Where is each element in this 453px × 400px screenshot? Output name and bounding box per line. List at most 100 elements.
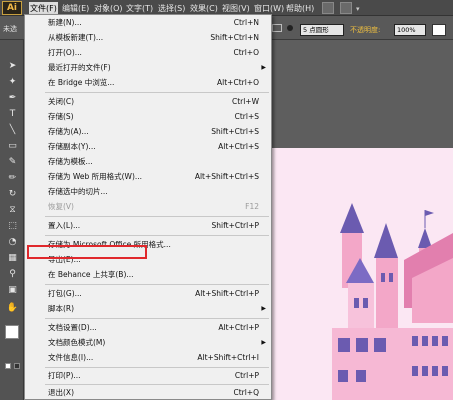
menu-item-shortcut: F12 [245, 202, 259, 211]
hand-tool-icon[interactable]: ✋ [6, 302, 19, 314]
line-tool-icon[interactable]: ╲ [6, 124, 19, 136]
menu-item-label: 文件信息(I)... [48, 353, 94, 362]
menu-item-shortcut: Alt+Shift+Ctrl+S [194, 172, 259, 181]
menu-item-open-recent[interactable]: 最近打开的文件(F) ▶ [25, 61, 271, 75]
opacity-input[interactable]: 100% [394, 24, 426, 36]
menu-item-new[interactable]: 新建(N)... Ctrl+N [25, 16, 271, 30]
menu-item-label: 置入(L)... [48, 221, 81, 230]
menu-item-shortcut: Alt+Shift+Ctrl+I [197, 353, 259, 362]
menu-item-shortcut: Alt+Ctrl+P [218, 323, 259, 332]
artboard-tool-icon[interactable]: ▣ [6, 284, 19, 296]
menu-item-exit[interactable]: 退出(X) Ctrl+Q [25, 386, 271, 400]
menu-item-print[interactable]: 打印(P)... Ctrl+P [25, 369, 271, 383]
default-fill-icon[interactable] [5, 363, 11, 369]
menu-item-label: 打包(G)... [48, 289, 82, 298]
mesh-tool-icon[interactable]: ▦ [6, 252, 19, 264]
width-tool-icon[interactable]: ⧖ [6, 204, 19, 216]
menu-item-shortcut: Ctrl+O [233, 48, 259, 57]
menu-item-label: 在 Bridge 中浏览... [48, 78, 115, 87]
menu-item-label: 恢复(V) [48, 202, 74, 211]
brush-dot-icon [287, 25, 293, 31]
tools-panel: ➤ ✦ ✒ T ╲ ▭ ✎ ✏ ↻ ⧖ ⬚ ◔ ▦ ⚲ ▣ ✋ [0, 40, 24, 400]
menu-item-label: 存储为 Web 所用格式(W)... [48, 172, 143, 181]
menu-item-save-copy[interactable]: 存储副本(Y)... Alt+Ctrl+S [25, 140, 271, 154]
menu-separator [45, 367, 269, 368]
opacity-label[interactable]: 不透明度: [350, 25, 380, 35]
free-transform-icon[interactable]: ⬚ [6, 220, 19, 232]
menu-item-label: 存储选中的切片... [48, 187, 108, 196]
graphic-style-swatch[interactable] [432, 24, 446, 36]
menu-item-file-info[interactable]: 文件信息(I)... Alt+Shift+Ctrl+I [25, 351, 271, 365]
artboard-canvas[interactable] [272, 148, 453, 400]
menu-item-shortcut: Ctrl+Q [233, 388, 259, 397]
chevron-down-icon[interactable]: ▾ [356, 2, 364, 14]
menu-item-save-as-template[interactable]: 存储为模板... [25, 155, 271, 169]
menu-separator [45, 284, 269, 285]
menu-separator [45, 235, 269, 236]
pen-tool-icon[interactable]: ✒ [6, 92, 19, 104]
menu-item-label: 在 Behance 上共享(B)... [48, 270, 134, 279]
menu-separator [45, 384, 269, 385]
menu-separator [45, 318, 269, 319]
eyedropper-icon[interactable]: ⚲ [6, 268, 19, 280]
stroke-profile-select[interactable]: 5 点圆形 [300, 24, 344, 36]
menu-item-share-behance[interactable]: 在 Behance 上共享(B)... [25, 268, 271, 282]
opacity-value: 100% [397, 26, 416, 34]
menu-item-label: 文档颜色模式(M) [48, 338, 106, 347]
menu-item-open[interactable]: 打开(O)... Ctrl+O [25, 46, 271, 60]
menu-item-shortcut: Ctrl+W [231, 97, 259, 106]
illustrator-window: Ai 文件(F) 编辑(E) 对象(O) 文字(T) 选择(S) 效果(C) 视… [0, 0, 453, 400]
magic-wand-icon[interactable]: ✦ [6, 76, 19, 88]
menu-item-label: 从模板新建(T)... [48, 33, 104, 42]
menu-item-save[interactable]: 存储(S) Ctrl+S [25, 110, 271, 124]
export-highlight-box [27, 245, 147, 259]
rotate-tool-icon[interactable]: ↻ [6, 188, 19, 200]
selection-tool-icon[interactable]: ➤ [6, 60, 19, 72]
file-menu-dropdown: 新建(N)... Ctrl+N 从模板新建(T)... Shift+Ctrl+N… [24, 14, 272, 400]
menu-item-shortcut: Ctrl+P [234, 371, 259, 380]
menu-item-shortcut: Ctrl+S [234, 112, 259, 121]
menu-item-new-from-template[interactable]: 从模板新建(T)... Shift+Ctrl+N [25, 31, 271, 45]
rectangle-tool-icon[interactable]: ▭ [6, 140, 19, 152]
menu-item-label: 文档设置(D)... [48, 323, 97, 332]
fill-color-swatch[interactable] [5, 325, 19, 339]
menu-item-label: 打开(O)... [48, 48, 82, 57]
menu-item-document-color-mode[interactable]: 文档颜色模式(M) ▶ [25, 336, 271, 350]
menu-item-label: 关闭(C) [48, 97, 75, 106]
menu-item-browse-bridge[interactable]: 在 Bridge 中浏览... Alt+Ctrl+O [25, 76, 271, 90]
type-tool-icon[interactable]: T [6, 108, 19, 120]
menu-item-scripts[interactable]: 脚本(R) ▶ [25, 302, 271, 316]
menu-item-shortcut: Shift+Ctrl+P [211, 221, 259, 230]
menu-item-save-for-web[interactable]: 存储为 Web 所用格式(W)... Alt+Shift+Ctrl+S [25, 170, 271, 184]
paintbrush-tool-icon[interactable]: ✎ [6, 156, 19, 168]
menu-item-place[interactable]: 置入(L)... Shift+Ctrl+P [25, 219, 271, 233]
shape-builder-icon[interactable]: ◔ [6, 236, 19, 248]
menu-item-label: 新建(N)... [48, 18, 82, 27]
menu-item-shortcut: Ctrl+N [233, 18, 259, 27]
menu-item-document-setup[interactable]: 文档设置(D)... Alt+Ctrl+P [25, 321, 271, 335]
menu-item-label: 脚本(R) [48, 304, 75, 313]
submenu-arrow-icon: ▶ [261, 64, 266, 71]
castle-illustration [332, 203, 453, 400]
menu-item-shortcut: Shift+Ctrl+S [211, 127, 259, 136]
stroke-profile-label: 5 点圆形 [303, 26, 329, 34]
swap-stroke-icon[interactable] [14, 363, 20, 369]
menu-item-close[interactable]: 关闭(C) Ctrl+W [25, 95, 271, 109]
menu-separator [45, 92, 269, 93]
menu-item-label: 存储为模板... [48, 157, 93, 166]
menu-help[interactable]: 帮助(H) [285, 2, 315, 15]
menu-item-label: 打印(P)... [48, 371, 81, 380]
selection-status: 未选 [3, 25, 17, 33]
stroke-weight-icon[interactable] [272, 24, 282, 32]
menu-item-label: 存储为(A)... [48, 127, 89, 136]
menu-item-save-as[interactable]: 存储为(A)... Shift+Ctrl+S [25, 125, 271, 139]
bridge-icon[interactable] [322, 2, 334, 14]
menu-item-revert: 恢复(V) F12 [25, 200, 271, 214]
menu-item-package[interactable]: 打包(G)... Alt+Shift+Ctrl+P [25, 287, 271, 301]
menu-item-shortcut: Alt+Shift+Ctrl+P [195, 289, 259, 298]
menu-item-save-selected-slices[interactable]: 存储选中的切片... [25, 185, 271, 199]
menu-item-shortcut: Alt+Ctrl+S [218, 142, 259, 151]
pencil-tool-icon[interactable]: ✏ [6, 172, 19, 184]
menu-item-label: 退出(X) [48, 388, 74, 397]
arrange-documents-icon[interactable] [340, 2, 352, 14]
